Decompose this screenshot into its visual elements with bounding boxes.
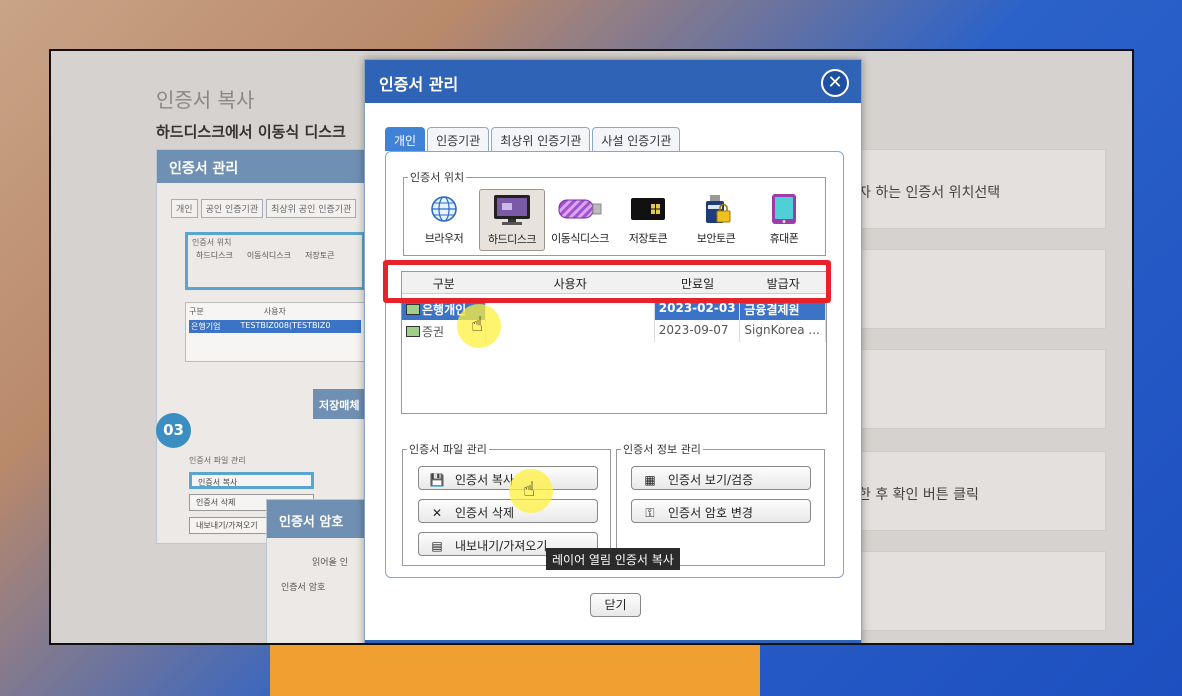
smart-token-icon — [615, 193, 681, 225]
bg-list-cell: TESTBIZ008(TESTBIZ0 — [240, 321, 331, 330]
location-harddisk[interactable]: 하드디스크 — [479, 189, 545, 251]
bg-location-item: 하드디스크 — [196, 251, 233, 260]
tab-root-ca[interactable]: 최상위 인증기관 — [491, 127, 591, 151]
certificate-view-icon: ▦ — [644, 473, 656, 487]
bg-location-box: 인증서 위치 하드디스크 이동식디스크 저장토큰 — [185, 232, 365, 290]
hand-cursor-icon: ☝ — [471, 312, 484, 336]
bg-password-title: 인증서 암호 — [267, 500, 375, 538]
location-label: 브라우저 — [424, 232, 464, 245]
copy-cert-label: 인증서 복사 — [455, 473, 515, 487]
certificate-icon — [406, 304, 420, 315]
bg-list-col: 구분 — [189, 307, 204, 316]
location-phone[interactable]: 휴대폰 — [751, 189, 817, 251]
row-issuer: SignKorea ... — [740, 320, 826, 342]
bg-panel-tabs: 개인 공인 인증기관 최상위 공인 인증기관 — [171, 199, 370, 218]
delete-x-icon: ✕ — [431, 506, 443, 520]
floppy-icon: 💾 — [429, 473, 445, 487]
copy-cert-button[interactable]: 💾 인증서 복사 — [418, 466, 598, 490]
file-mgmt-legend: 인증서 파일 관리 — [409, 443, 487, 456]
location-label: 하드디스크 — [487, 233, 537, 246]
bg-tab: 공인 인증기관 — [200, 199, 264, 218]
location-label: 이동식디스크 — [551, 232, 609, 245]
globe-icon — [411, 193, 477, 225]
key-icon: ⚿ — [645, 506, 655, 520]
bg-instruction-card — [841, 349, 1106, 429]
delete-cert-label: 인증서 삭제 — [455, 506, 515, 520]
tutorial-screenshot: 인증서 복사 하드디스크에서 이동식 디스크 인증서 관리 개인 공인 인증기관… — [49, 49, 1134, 645]
row-expiry: 2023-09-07 — [655, 320, 741, 342]
highlight-box — [383, 260, 831, 303]
location-group: 인증서 위치 브라우저 하드디스크 이동식디스크 저장토큰 보안토큰 휴대폰 — [403, 169, 826, 256]
bg-subtitle: 하드디스크에서 이동식 디스크 — [156, 123, 346, 141]
bg-password-label: 인증서 암호 — [281, 583, 326, 593]
cert-tabs: 개인 인증기관 최상위 인증기관 사설 인증기관 — [385, 127, 681, 151]
tab-personal[interactable]: 개인 — [385, 127, 426, 151]
bg-instruction-card: 한 후 확인 버튼 클릭 — [841, 451, 1106, 531]
bg-page-title: 인증서 복사 — [156, 88, 255, 112]
location-usb[interactable]: 이동식디스크 — [547, 189, 613, 251]
bg-cert-list: 구분 사용자 은행기업 TESTBIZ008(TESTBIZ0 — [185, 302, 365, 362]
orange-paper — [270, 640, 760, 696]
export-import-label: 내보내기/가져오기 — [455, 539, 548, 553]
bg-copy-button: 인증서 복사 — [189, 472, 314, 489]
bg-instruction-card: 자 하는 인증서 위치선택 — [841, 149, 1106, 229]
bg-instruction-card — [841, 551, 1106, 631]
bg-read-label: 읽어올 인 — [312, 558, 348, 568]
bg-instruction-card — [841, 249, 1106, 329]
view-cert-label: 인증서 보기/검증 — [668, 473, 754, 487]
view-cert-button[interactable]: ▦ 인증서 보기/검증 — [631, 466, 811, 490]
bg-password-panel: 인증서 암호 읽어올 인 인증서 암호 — [266, 499, 376, 643]
phone-icon — [751, 193, 817, 225]
bg-cert-panel: 인증서 관리 개인 공인 인증기관 최상위 공인 인증기관 인증서 위치 하드디… — [156, 149, 371, 544]
location-storage-token[interactable]: 저장토큰 — [615, 189, 681, 251]
location-browser[interactable]: 브라우저 — [411, 189, 477, 251]
location-label: 보안토큰 — [696, 232, 736, 245]
bg-tab: 최상위 공인 인증기관 — [266, 199, 357, 218]
dialog-bottom-bar — [365, 640, 861, 643]
bg-list-cell: 은행기업 — [191, 322, 221, 331]
bg-instruction-text: 자 하는 인증서 위치선택 — [858, 185, 1001, 201]
usb-drive-icon — [547, 193, 613, 225]
dialog-header: 인증서 관리 ✕ — [365, 60, 861, 103]
cursor-highlight: ☝ — [509, 469, 553, 513]
secure-token-icon — [683, 193, 749, 225]
change-password-button[interactable]: ⚿ 인증서 암호 변경 — [631, 499, 811, 523]
bg-location-item: 이동식디스크 — [246, 251, 291, 260]
location-secure-token[interactable]: 보안토큰 — [683, 189, 749, 251]
tooltip: 레이어 열림 인증서 복사 — [546, 548, 680, 570]
hand-cursor-icon: ☝ — [523, 477, 536, 501]
tab-ca[interactable]: 인증기관 — [427, 127, 490, 151]
bg-location-item: 저장토큰 — [304, 251, 335, 260]
bg-tab: 개인 — [171, 199, 198, 218]
cursor-highlight: ☝ — [457, 304, 501, 348]
bg-list-col: 사용자 — [263, 307, 286, 316]
location-label: 저장토큰 — [628, 232, 668, 245]
row-user — [486, 320, 655, 342]
info-mgmt-legend: 인증서 정보 관리 — [623, 443, 701, 456]
close-button[interactable]: 닫기 — [590, 593, 641, 617]
certificate-icon — [406, 326, 420, 337]
delete-cert-button[interactable]: ✕ 인증서 삭제 — [418, 499, 598, 523]
row-type: 증권 — [422, 325, 445, 339]
location-legend: 인증서 위치 — [410, 171, 465, 184]
monitor-icon — [480, 194, 544, 226]
location-label: 휴대폰 — [769, 232, 799, 245]
step-badge: 03 — [156, 413, 191, 448]
bg-location-label: 인증서 위치 — [192, 238, 232, 247]
bg-instruction-text: 한 후 확인 버튼 클릭 — [858, 487, 979, 503]
tab-private-ca[interactable]: 사설 인증기관 — [592, 127, 681, 151]
export-icon: ▤ — [431, 539, 443, 553]
change-password-label: 인증서 암호 변경 — [668, 506, 753, 520]
bg-panel-title: 인증서 관리 — [157, 150, 370, 183]
close-icon[interactable]: ✕ — [821, 69, 849, 97]
dialog-title: 인증서 관리 — [379, 75, 459, 94]
bg-file-mgmt-label: 인증서 파일 관리 — [189, 456, 246, 465]
